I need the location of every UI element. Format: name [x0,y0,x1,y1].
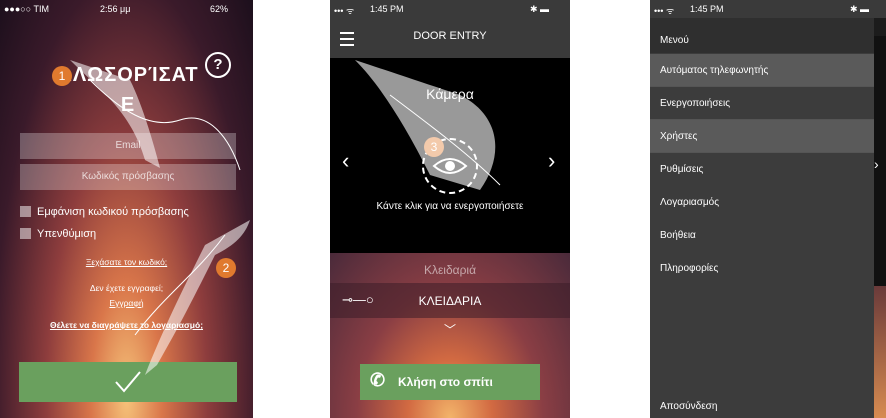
register-link[interactable]: Εγγραφή [0,298,253,308]
show-password-checkbox[interactable]: Εμφάνιση κωδικού πρόσβασης [20,206,189,218]
no-account-text: Δεν έχετε εγγραφεί; [89,283,164,293]
lock-section-title: Κλειδαριά [423,263,477,277]
prev-camera-arrow[interactable]: ‹ [342,150,349,172]
remember-checkbox[interactable]: Υπενθύμιση [20,228,96,240]
step-badge-3: 3 [424,137,444,157]
menu-item-label: Αυτόματος τηλεφωνητής [660,65,769,76]
remember-label: Υπενθύμιση [37,228,97,240]
battery-label: 62% [210,4,229,14]
activate-hint: Κάντε κλικ για να ενεργοποιήσετε [376,201,524,212]
forgot-password-link[interactable]: Ξεχάσατε τον κωδικό; [0,257,253,267]
carrier-label: ••• ᯤ [334,6,355,16]
menu-title: Μενού [660,35,689,46]
menu-item-activations[interactable]: Ενεργοποιήσεις [650,87,874,120]
menu-item-label: Χρήστες [660,131,698,142]
delete-account-link[interactable]: Θέλετε να διαγράψετε το λογαριασμό; [0,320,253,330]
login-screen: ●●●○○ TIM 2:56 μμ 62% ΑΛΩΣΟΡΊΣΑΤ Ε ? Ema… [0,0,253,418]
menu-item-help[interactable]: Βοήθεια [650,219,874,251]
chevron-down-icon[interactable]: ﹀ [330,321,570,338]
app-header: DOOR ENTRY [330,18,570,58]
checkbox-icon[interactable] [20,228,31,239]
call-home-label: Κλήση στο σπίτι [398,375,493,389]
email-field[interactable]: Email [20,133,236,159]
lock-item-label: ΚΛΕΙΔΑΡΙΑ [418,294,482,308]
lock-panel: Κλειδαριά ⊸—○ ΚΛΕΙΔΑΡΙΑ ﹀ ✆ Κλήση στο σπ… [330,253,570,418]
background-gradient [874,286,886,418]
status-bar: ••• ᯤ 1:45 PM ✱ ▬ [650,0,886,18]
status-bar: ••• ᯤ 1:45 PM ✱ ▬ [330,0,570,18]
menu-item-label: Ρυθμίσεις [660,164,704,175]
step-badge-2: 2 [216,258,236,278]
menu-screen: ••• ᯤ 1:45 PM ✱ ▬ Μενού Αυτόματος τηλεφω… [650,0,886,418]
status-time: 1:45 PM [690,4,724,14]
chevron-right-icon: › [874,156,879,172]
battery-label: ✱ ▬ [850,4,870,14]
status-time: 1:45 PM [370,4,404,14]
menu-item-account[interactable]: Λογαριασμός [650,186,874,218]
menu-header: Μενού [650,18,874,53]
menu-item-label: Λογαριασμός [660,197,720,208]
background-screen: › [874,36,886,418]
menu-item-label: Πληροφορίες [660,263,719,274]
menu-item-settings[interactable]: Ρυθμίσεις [650,153,874,185]
step-badge-1: 1 [52,66,72,86]
menu-item-label: Βοήθεια [660,230,696,241]
logout-item[interactable]: Αποσύνδεση [660,401,717,412]
status-time: 2:56 μμ [100,4,131,14]
next-camera-arrow[interactable]: › [548,150,555,172]
carrier-label: ●●●○○ TIM [4,4,50,14]
call-home-button[interactable]: ✆ Κλήση στο σπίτι [360,364,540,400]
phone-icon: ✆ [370,370,386,390]
ok-button[interactable] [19,362,237,402]
battery-label: ✱ ▬ [530,4,550,14]
status-bar: ●●●○○ TIM 2:56 μμ 62% [0,0,253,18]
page-title: ΑΛΩΣΟΡΊΣΑΤ Ε [48,60,208,120]
header-title: DOOR ENTRY [413,30,487,42]
show-password-label: Εμφάνιση κωδικού πρόσβασης [37,206,189,218]
title-line-1: ΑΛΩΣΟΡΊΣΑΤ [57,64,199,86]
camera-label: Κάμερα [426,86,474,102]
help-button[interactable]: ? [205,52,231,78]
menu-item-answering-machine[interactable]: Αυτόματος τηλεφωνητής [650,54,874,87]
menu-item-info[interactable]: Πληροφορίες [650,252,874,284]
title-line-2: Ε [120,94,136,116]
camera-panel: Κάμερα ‹ › Κάντε κλικ για να ενεργοποιήσ… [330,58,570,253]
door-entry-screen: ••• ᯤ 1:45 PM ✱ ▬ DOOR ENTRY Κάμερα ‹ › … [330,0,570,418]
side-menu: Μενού Αυτόματος τηλεφωνητής Ενεργοποιήσε… [650,18,874,418]
menu-item-label: Ενεργοποιήσεις [660,98,731,109]
menu-item-users[interactable]: Χρήστες [650,120,874,153]
checkbox-icon[interactable] [20,206,31,217]
lock-item[interactable]: ⊸—○ ΚΛΕΙΔΑΡΙΑ [330,283,570,318]
carrier-label: ••• ᯤ [654,6,675,16]
password-field[interactable]: Κωδικός πρόσβασης [20,164,236,190]
checkmark-icon [115,371,141,393]
